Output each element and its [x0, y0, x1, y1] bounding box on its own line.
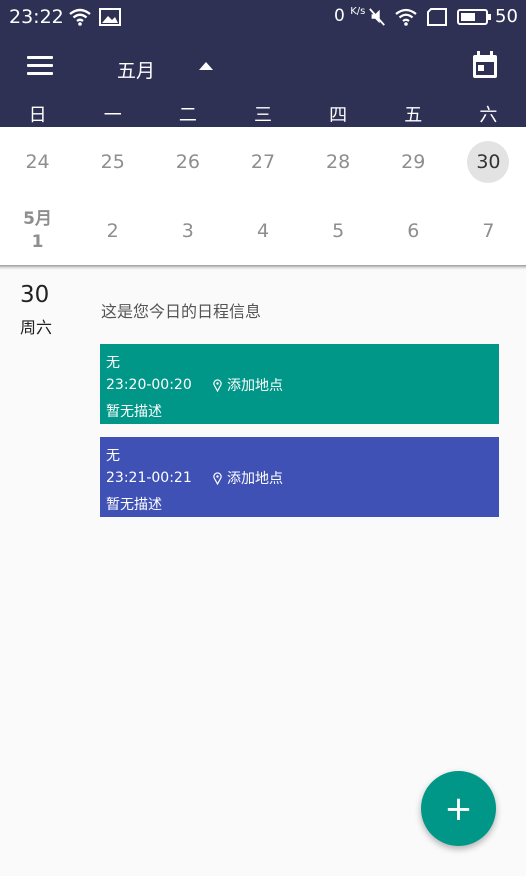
sim-card-icon — [427, 8, 447, 26]
calendar-day[interactable]: 26 — [150, 127, 225, 196]
weekday-label: 三 — [253, 105, 272, 126]
battery-level: 50 — [495, 6, 518, 27]
calendar-day[interactable]: 28 — [301, 127, 376, 196]
grid-divider — [0, 265, 526, 270]
weekday-label: 四 — [329, 105, 348, 126]
selected-day-circle: 30 — [467, 140, 510, 183]
weekday-label: 二 — [178, 105, 197, 126]
calendar-grid: 24 25 26 27 28 29 30 5月 1 2 3 4 5 6 7 — [0, 127, 526, 265]
calendar-week: 5月 1 2 3 4 5 6 7 — [0, 196, 526, 265]
schedule-intro: 这是您今日的日程信息 — [101, 302, 262, 321]
weekday-label: 日 — [28, 105, 47, 126]
event-time: 23:20-00:20 — [106, 377, 192, 393]
wifi-icon — [69, 8, 91, 26]
calendar-day[interactable]: 29 — [376, 127, 451, 196]
event-description: 暂无描述 — [106, 404, 162, 420]
calendar-day[interactable]: 3 — [150, 196, 225, 265]
wifi-signal-icon — [395, 8, 417, 26]
selected-day-weekday: 周六 — [20, 318, 53, 337]
caret-up-icon[interactable] — [199, 62, 213, 70]
event-location-label: 添加地点 — [227, 378, 283, 394]
menu-icon[interactable] — [27, 56, 53, 78]
calendar-day[interactable]: 24 — [0, 127, 75, 196]
calendar-day[interactable]: 25 — [75, 127, 150, 196]
weekday-label: 一 — [103, 105, 122, 126]
event-time: 23:21-00:21 — [106, 470, 192, 486]
event-card[interactable]: 无 23:21-00:21 添加地点 暂无描述 — [100, 437, 499, 517]
location-pin-icon — [213, 378, 222, 392]
calendar-day-month-start[interactable]: 5月 1 — [0, 196, 75, 265]
calendar-day[interactable]: 27 — [225, 127, 300, 196]
image-icon — [99, 8, 121, 26]
month-start-month: 5月 — [23, 208, 52, 229]
event-location-label: 添加地点 — [227, 471, 283, 487]
calendar-icon[interactable] — [472, 51, 498, 79]
network-speed: 0 K/s — [334, 6, 366, 26]
month-start-day: 1 — [31, 231, 44, 252]
event-location[interactable]: 添加地点 — [213, 375, 283, 395]
calendar-day[interactable]: 6 — [376, 196, 451, 265]
status-time: 23:22 — [9, 6, 64, 28]
weekday-label: 六 — [479, 105, 498, 126]
add-event-button[interactable]: + — [421, 771, 496, 846]
weekday-label: 五 — [404, 105, 423, 126]
event-description: 暂无描述 — [106, 497, 162, 513]
weekday-header: 日 一 二 三 四 五 六 — [0, 101, 526, 127]
event-title: 无 — [106, 355, 120, 371]
calendar-day-selected[interactable]: 30 — [451, 127, 526, 196]
mute-icon — [369, 8, 385, 26]
month-selector[interactable]: 五月 — [117, 56, 155, 83]
calendar-day[interactable]: 7 — [451, 196, 526, 265]
calendar-day[interactable]: 4 — [225, 196, 300, 265]
month-start-label: 5月 1 — [23, 208, 52, 254]
event-title: 无 — [106, 448, 120, 464]
event-card[interactable]: 无 23:20-00:20 添加地点 暂无描述 — [100, 344, 499, 424]
calendar-day[interactable]: 5 — [301, 196, 376, 265]
selected-day-number: 30 — [20, 282, 50, 308]
battery-icon — [457, 9, 491, 25]
status-bar: 23:22 0 K/s 50 — [0, 0, 526, 34]
calendar-day[interactable]: 2 — [75, 196, 150, 265]
app-header: 23:22 0 K/s 50 五月 日 一 二 三 四 五 六 — [0, 0, 526, 127]
calendar-week: 24 25 26 27 28 29 30 — [0, 127, 526, 196]
event-location[interactable]: 添加地点 — [213, 468, 283, 488]
location-pin-icon — [213, 471, 222, 485]
